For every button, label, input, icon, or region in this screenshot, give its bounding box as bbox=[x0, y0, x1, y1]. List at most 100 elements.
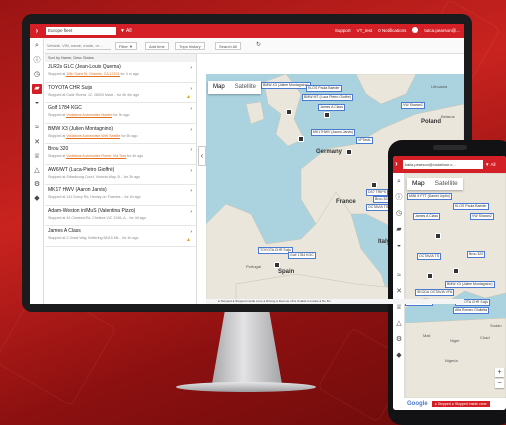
vehicle-map-label[interactable]: KLOS Paula Baeder bbox=[306, 85, 342, 92]
vehicle-list-item[interactable]: Brou 320 Stopped at Vodafone Automotive R… bbox=[45, 144, 196, 165]
vehicle-map-label[interactable]: BMW MT (Luca Pietro Gioffre) bbox=[302, 94, 353, 101]
info-icon[interactable]: ⓘ bbox=[32, 56, 42, 66]
vehicle-map-label[interactable]: VW Sharan2 bbox=[470, 213, 494, 220]
vehicle-pin[interactable] bbox=[346, 149, 352, 155]
history-icon[interactable]: ◷ bbox=[394, 209, 404, 219]
settings-icon[interactable]: ⚙ bbox=[394, 335, 404, 345]
trips-history-button[interactable]: Trips history bbox=[175, 42, 205, 50]
group-all-dropdown[interactable]: ▼ All bbox=[120, 27, 132, 35]
chevron-right-icon[interactable]: › bbox=[190, 106, 192, 112]
chevron-right-icon[interactable]: › bbox=[190, 209, 192, 215]
vehicle-map-label[interactable]: OCTAVIA TS bbox=[366, 204, 391, 211]
alert-icon[interactable]: △ bbox=[394, 319, 404, 329]
status-location-link[interactable]: Vodafone Automotive Madrid bbox=[66, 113, 113, 118]
vehicle-list-item[interactable]: Golf 1784 KGC Stopped at Vodafone Automot… bbox=[45, 103, 196, 124]
trophy-icon[interactable]: ♕ bbox=[32, 152, 42, 162]
settings-icon[interactable]: ⚙ bbox=[32, 180, 42, 190]
pin-icon[interactable]: ◆ bbox=[394, 351, 404, 361]
vehicle-map-label[interactable]: VFTest1 bbox=[356, 137, 373, 144]
vehicle-list-item[interactable]: JLR2s GLC (Jean-Louis Quema) Stopped at 1… bbox=[45, 62, 196, 83]
tools-icon[interactable]: ✕ bbox=[394, 287, 404, 297]
status-location-link[interactable]: 10th Saint St, Orlando, CA 17101 bbox=[66, 72, 120, 77]
vehicle-pin[interactable] bbox=[435, 233, 441, 239]
vehicle-list-item[interactable]: Adam-Weston in/MuS (Valentina Pizzo) Stop… bbox=[45, 206, 196, 226]
vehicle-list-item[interactable]: TOYOTA CHR Suijs Stopped at Calle Rivera,… bbox=[45, 83, 196, 103]
vehicle-map-label[interactable]: BMW X3 (Julien Montagnino) bbox=[261, 82, 311, 89]
trophy-icon[interactable]: ♕ bbox=[394, 303, 404, 313]
collapse-panel-button[interactable]: ‹ bbox=[198, 146, 206, 166]
car-icon[interactable]: ◒ bbox=[394, 241, 404, 251]
vehicle-map-label[interactable]: James A Class bbox=[318, 104, 345, 111]
vehicle-pin[interactable] bbox=[427, 273, 433, 279]
zoom-out-button[interactable]: − bbox=[495, 379, 504, 388]
chevron-right-icon[interactable]: › bbox=[32, 26, 42, 36]
chevron-right-icon[interactable]: › bbox=[190, 147, 192, 153]
vehicle-map-label[interactable]: MK17HWV (Aaron Jarvis) bbox=[311, 129, 356, 136]
history-icon[interactable]: ◷ bbox=[32, 70, 42, 80]
vehicle-pin[interactable] bbox=[298, 136, 304, 142]
chevron-right-icon[interactable]: › bbox=[395, 159, 398, 168]
vehicle-pin[interactable] bbox=[274, 262, 280, 268]
truck-icon[interactable]: ▰ bbox=[32, 84, 42, 94]
support-link[interactable]: Support bbox=[335, 27, 351, 35]
search-all-button[interactable]: Search All bbox=[215, 42, 242, 50]
vehicle-list-item[interactable]: AW6/WT (Luca-Pietro Gioffrè) Stopped at S… bbox=[45, 165, 196, 185]
vehicle-map-label[interactable]: BMW X3 (Julien Montagnino) bbox=[445, 281, 495, 288]
refresh-icon[interactable]: ↻ bbox=[254, 41, 263, 50]
chevron-right-icon[interactable]: › bbox=[190, 229, 192, 235]
vehicle-map-label[interactable]: SKODA OCTAVIA VFA bbox=[415, 289, 455, 296]
vehicle-map-label[interactable]: Alfa Romeo Giulietta bbox=[453, 307, 490, 314]
search-icon[interactable]: ⌕ bbox=[32, 41, 42, 51]
notifications-link[interactable]: 0 Notifications bbox=[378, 27, 406, 35]
vehicle-list-item[interactable]: BMW X3 (Julien Montagnino) Stopped at Vod… bbox=[45, 124, 196, 144]
route-icon[interactable]: ≈ bbox=[394, 271, 404, 281]
alert-icon[interactable]: △ bbox=[32, 166, 42, 176]
filter-button[interactable]: Filter ▼ bbox=[115, 42, 137, 50]
zoom-in-button[interactable]: + bbox=[495, 368, 504, 377]
vehicle-status: Stopped at Vodafone Automotive Rome, Via… bbox=[48, 153, 193, 159]
tools-icon[interactable]: ✕ bbox=[32, 138, 42, 148]
vehicle-map-label[interactable]: KLOS Paula Baeder bbox=[453, 203, 489, 210]
account-name[interactable]: tutca.pearson@... bbox=[424, 27, 460, 35]
status-prefix: Stopped at 44 Chelsea Rd, Chelsea VIC 31… bbox=[48, 215, 146, 220]
map-type-map[interactable]: Map bbox=[407, 178, 430, 190]
map-type-map[interactable]: Map bbox=[208, 81, 230, 94]
status-location-link[interactable]: Vodafone Automotive WW Seattle bbox=[66, 133, 121, 139]
vehicle-map-label[interactable]: MINI 5 FTT (Daniel Joplin) bbox=[407, 193, 452, 200]
car-icon[interactable]: ◒ bbox=[32, 98, 42, 108]
phone-map-view[interactable]: MINI 5 FTT (Daniel Joplin) KLOS Paula Ba… bbox=[405, 173, 506, 398]
account-email[interactable]: kalia.pearson@vodafone.c... bbox=[403, 160, 483, 169]
vehicle-map-label[interactable]: Golf 1784 KGC bbox=[288, 252, 316, 259]
chevron-right-icon[interactable]: › bbox=[190, 65, 192, 71]
group-all-dropdown[interactable]: ▼ All bbox=[485, 160, 495, 169]
route-icon[interactable]: ≈ bbox=[32, 123, 42, 133]
status-location-link[interactable]: Vodafone Automotive Rome, Via Tora bbox=[66, 154, 126, 159]
chevron-right-icon[interactable]: › bbox=[190, 86, 192, 92]
vehicle-list-item[interactable]: James A Class Stopped at 2 Great Way, Ket… bbox=[45, 226, 196, 247]
vehicle-list-item[interactable]: MK17 HWV (Aaron Jarvis) Stopped at 141 Do… bbox=[45, 185, 196, 206]
sort-label[interactable]: Sort by Name, Desc Status bbox=[45, 54, 196, 62]
chevron-right-icon[interactable]: › bbox=[190, 188, 192, 194]
vehicle-pin[interactable] bbox=[371, 182, 377, 188]
chevron-right-icon[interactable]: › bbox=[190, 168, 192, 174]
vehicle-map-label[interactable]: James A Class bbox=[413, 213, 440, 220]
vehicle-map-label[interactable]: Brou 320 bbox=[467, 251, 486, 258]
vehicle-map-label[interactable]: OCTAVIA TS bbox=[417, 253, 442, 260]
vehicle-pin[interactable] bbox=[453, 268, 459, 274]
phone-screen: › kalia.pearson@vodafone.c... ▼ All ⌕ ⓘ … bbox=[393, 156, 506, 410]
vehicle-map-label[interactable]: DS7 TRIPS bbox=[366, 189, 389, 196]
map-type-satellite[interactable]: Satellite bbox=[430, 178, 463, 190]
truck-icon[interactable]: ▰ bbox=[394, 225, 404, 235]
vehicle-map-label[interactable]: VW Sharan2 bbox=[401, 102, 425, 109]
search-icon[interactable]: ⌕ bbox=[394, 177, 404, 187]
info-icon[interactable]: ⓘ bbox=[394, 193, 404, 203]
avatar[interactable] bbox=[412, 27, 419, 33]
add-time-button[interactable]: Add time bbox=[145, 42, 169, 50]
pin-icon[interactable]: ◆ bbox=[32, 194, 42, 204]
vehicle-pin[interactable] bbox=[324, 112, 330, 118]
group-select[interactable]: Europe fleet bbox=[46, 27, 116, 35]
map-type-satellite[interactable]: Satellite bbox=[230, 81, 261, 94]
vehicle-search-input[interactable]: Vehicle, VIN, name, mode, or ... bbox=[47, 42, 111, 50]
vehicle-pin[interactable] bbox=[286, 109, 292, 115]
chevron-right-icon[interactable]: › bbox=[190, 127, 192, 133]
